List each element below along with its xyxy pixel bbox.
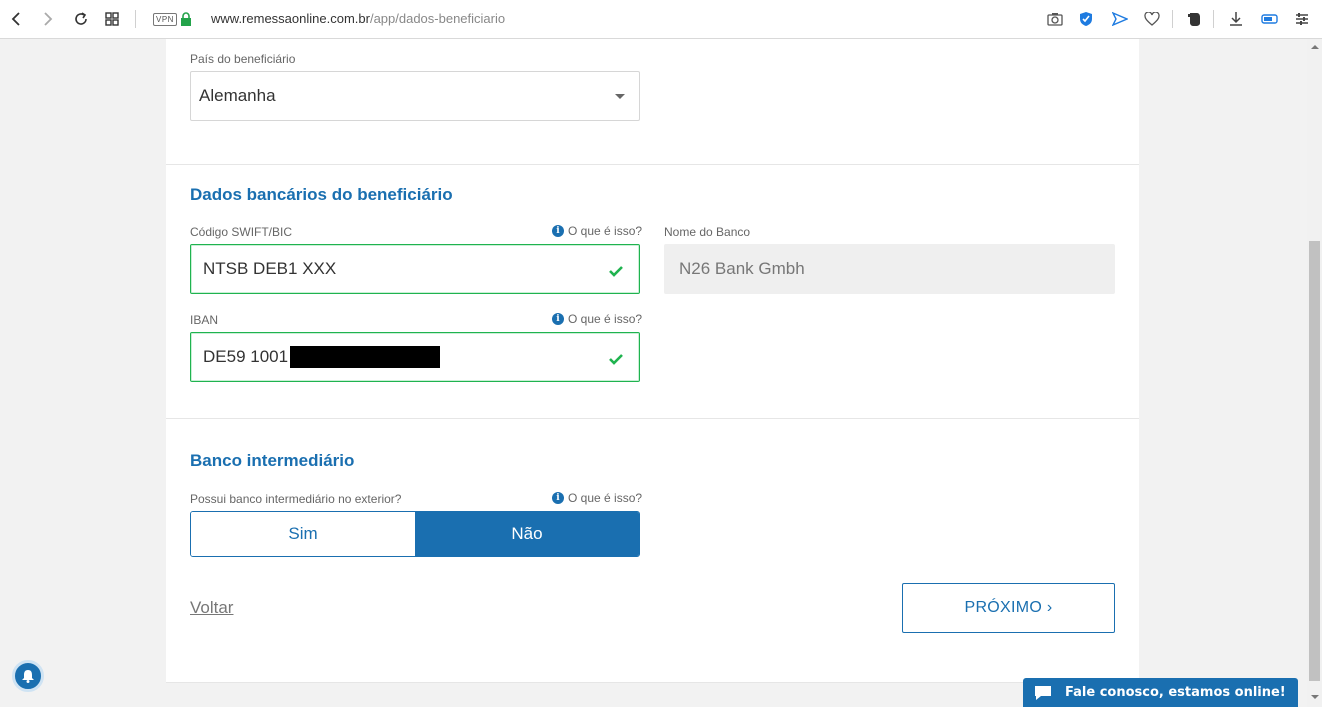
url-path: /app/dados-beneficiario bbox=[369, 11, 506, 26]
swift-value: NTSB DEB1 XXX bbox=[203, 259, 337, 278]
bank-name-field: N26 Bank Gmbh bbox=[664, 244, 1115, 294]
redacted-block bbox=[290, 346, 441, 368]
page-scrollbar[interactable] bbox=[1307, 39, 1322, 707]
check-icon bbox=[609, 262, 623, 282]
download-icon[interactable] bbox=[1229, 10, 1243, 28]
url-domain: www.remessaonline.com.br bbox=[211, 11, 370, 26]
browser-toolbar: VPN www.remessaonline.com.br/app/dados-b… bbox=[0, 0, 1322, 39]
reload-icon[interactable] bbox=[73, 10, 89, 28]
evernote-icon[interactable] bbox=[1187, 10, 1201, 28]
menu-settings-icon[interactable] bbox=[1295, 10, 1309, 28]
intermediary-toggle: Sim Não bbox=[190, 511, 640, 557]
toolbar-separator bbox=[1213, 10, 1214, 28]
iban-label: IBAN bbox=[190, 313, 219, 327]
lock-icon[interactable] bbox=[180, 10, 192, 28]
swift-help-link[interactable]: i O que é isso? bbox=[552, 224, 642, 238]
scroll-up-arrow-icon[interactable] bbox=[1311, 45, 1319, 49]
iban-value: DE59 1001 bbox=[203, 347, 289, 366]
info-icon: i bbox=[552, 492, 564, 504]
address-bar[interactable]: www.remessaonline.com.br/app/dados-benef… bbox=[211, 11, 505, 26]
scrollbar-thumb[interactable] bbox=[1309, 241, 1320, 681]
iban-help-link[interactable]: i O que é isso? bbox=[552, 312, 642, 326]
chevron-down-icon bbox=[615, 94, 625, 99]
swift-help-text: O que é isso? bbox=[568, 224, 643, 238]
next-button[interactable]: PRÓXIMO › bbox=[902, 583, 1115, 633]
check-icon bbox=[609, 350, 623, 370]
section-divider bbox=[166, 418, 1139, 419]
bank-section-title: Dados bancários do beneficiário bbox=[190, 185, 453, 204]
swift-label: Código SWIFT/BIC bbox=[190, 225, 293, 239]
iban-help-text: O que é isso? bbox=[568, 312, 643, 326]
bank-name-value: N26 Bank Gmbh bbox=[679, 259, 805, 278]
intermediary-question: Possui banco intermediário no exterior? bbox=[190, 492, 402, 506]
back-arrow-icon[interactable] bbox=[10, 10, 22, 28]
forward-arrow-icon[interactable] bbox=[42, 10, 54, 28]
heart-icon[interactable] bbox=[1144, 10, 1160, 28]
section-divider bbox=[166, 164, 1139, 165]
iban-input[interactable]: DE59 1001 bbox=[190, 332, 640, 382]
send-icon[interactable] bbox=[1112, 10, 1128, 28]
country-label: País do beneficiário bbox=[190, 52, 296, 66]
country-select[interactable]: Alemanha bbox=[190, 71, 640, 121]
speed-dial-icon[interactable] bbox=[104, 10, 120, 28]
info-icon: i bbox=[552, 313, 564, 325]
intermediary-section-title: Banco intermediário bbox=[190, 451, 355, 470]
intermediary-help-link[interactable]: i O que é isso? bbox=[552, 491, 642, 505]
back-link[interactable]: Voltar bbox=[190, 598, 233, 618]
toolbar-separator bbox=[135, 10, 136, 28]
country-value: Alemanha bbox=[199, 86, 276, 105]
bank-name-label: Nome do Banco bbox=[664, 225, 751, 239]
notification-button[interactable] bbox=[12, 660, 44, 692]
vpn-badge[interactable]: VPN bbox=[153, 13, 177, 26]
chat-label: Fale conosco, estamos online! bbox=[1065, 685, 1286, 700]
chat-widget-button[interactable]: Fale conosco, estamos online! bbox=[1023, 678, 1298, 707]
swift-input[interactable]: NTSB DEB1 XXX bbox=[190, 244, 640, 294]
battery-saver-icon[interactable] bbox=[1261, 10, 1279, 28]
camera-icon[interactable] bbox=[1047, 10, 1063, 28]
option-yes-button[interactable]: Sim bbox=[191, 512, 415, 556]
option-no-button[interactable]: Não bbox=[415, 512, 639, 556]
info-icon: i bbox=[552, 225, 564, 237]
scroll-down-arrow-icon[interactable] bbox=[1311, 695, 1319, 699]
toolbar-separator bbox=[1172, 10, 1173, 28]
intermediary-help-text: O que é isso? bbox=[568, 491, 643, 505]
beneficiary-form-card: País do beneficiário Alemanha Dados banc… bbox=[166, 39, 1139, 683]
bell-icon bbox=[22, 670, 34, 683]
shield-icon[interactable] bbox=[1079, 10, 1093, 28]
chat-bubble-icon bbox=[1035, 685, 1051, 700]
page-content: País do beneficiário Alemanha Dados banc… bbox=[0, 39, 1307, 707]
